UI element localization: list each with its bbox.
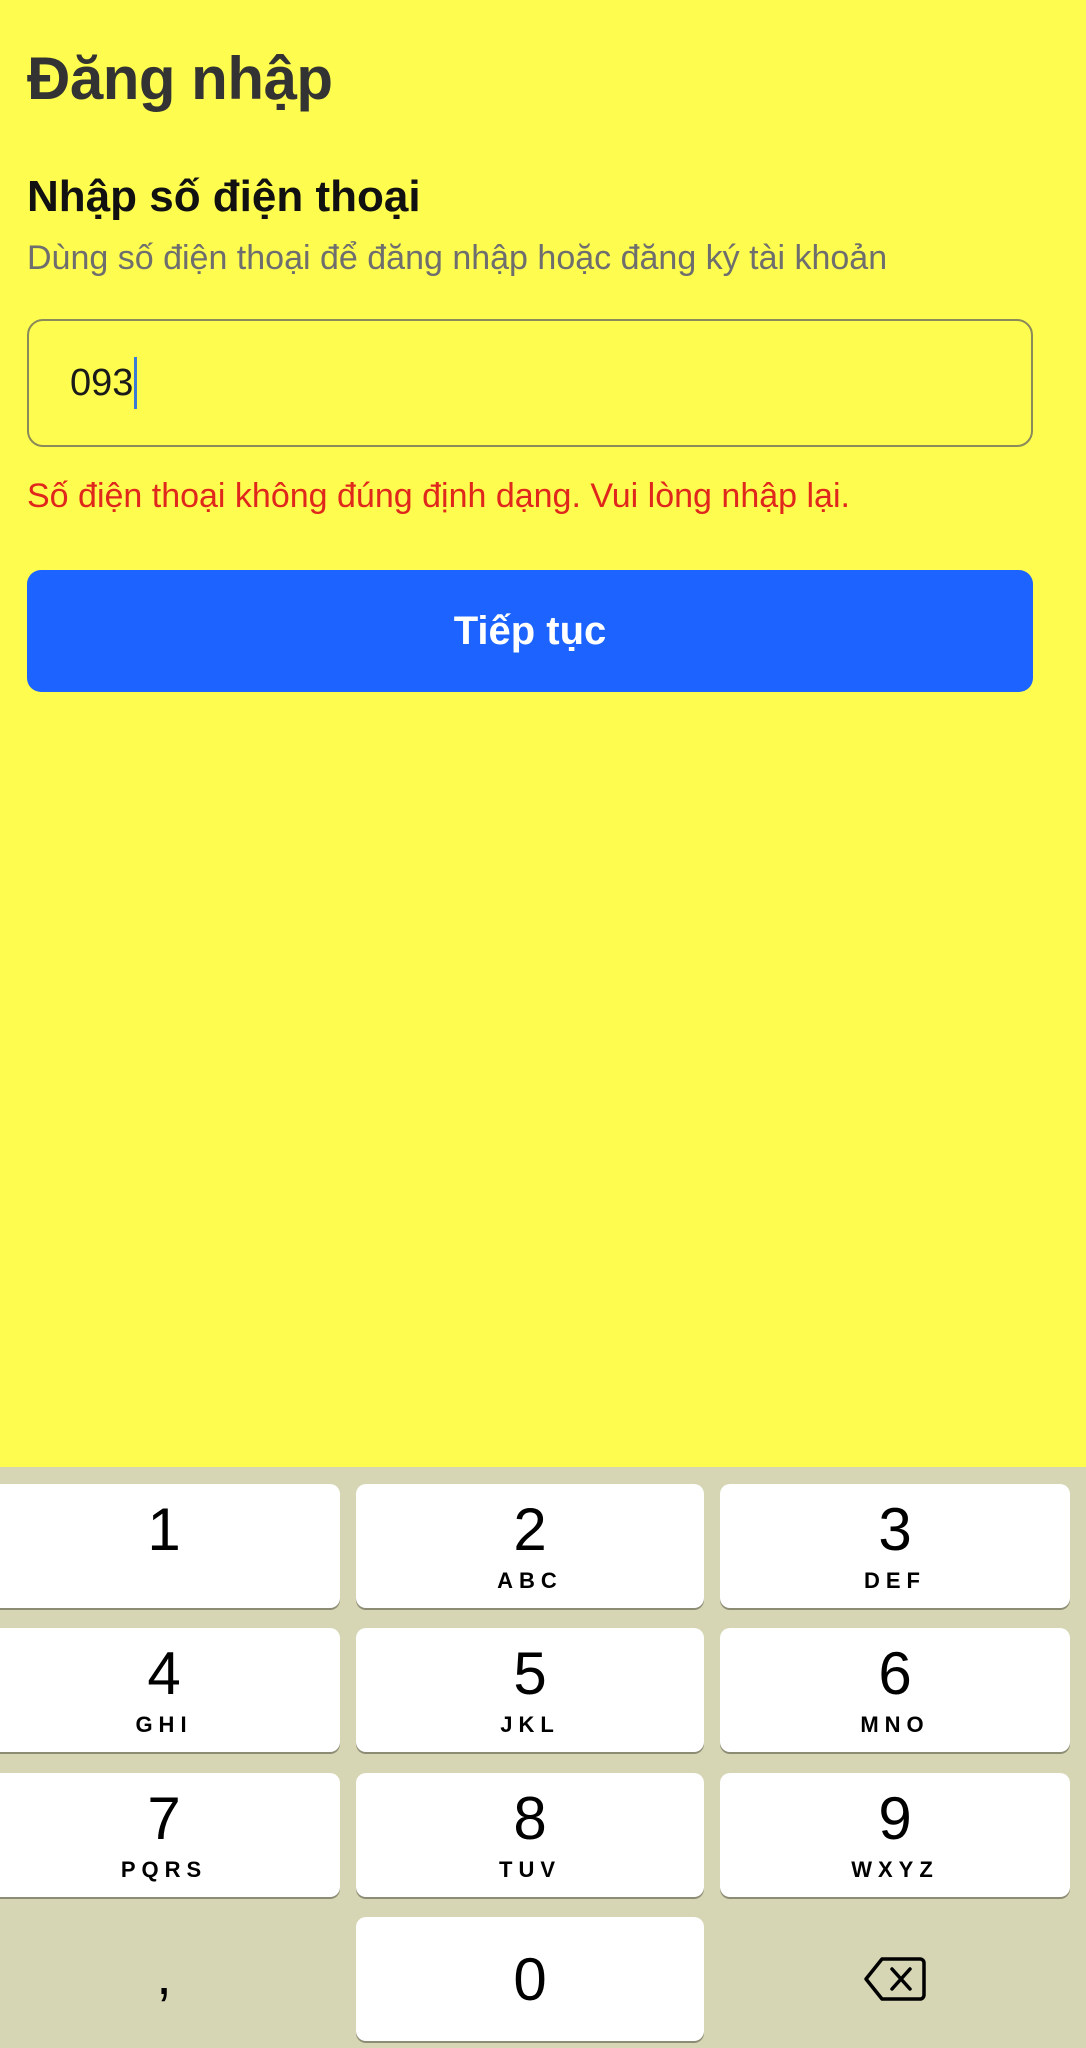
key-2-letters: ABC — [497, 1568, 563, 1593]
backspace-icon — [720, 1917, 1070, 2041]
key-7-digit: 7 — [147, 1785, 181, 1852]
key-5-letters: JKL — [500, 1712, 560, 1737]
key-3[interactable]: 3 DEF — [720, 1484, 1070, 1608]
key-1[interactable]: 1 — [0, 1484, 340, 1608]
key-3-digit: 3 — [878, 1496, 912, 1563]
continue-button[interactable]: Tiếp tục — [27, 570, 1033, 692]
key-1-digit: 1 — [147, 1496, 181, 1563]
key-2-digit: 2 — [513, 1496, 547, 1563]
key-comma[interactable]: , — [0, 1917, 340, 2041]
key-3-letters: DEF — [864, 1568, 926, 1593]
key-8-letters: TUV — [499, 1857, 561, 1882]
key-6[interactable]: 6 MNO — [720, 1628, 1070, 1752]
key-5-digit: 5 — [513, 1640, 547, 1707]
page-title: Đăng nhập — [27, 45, 333, 112]
phone-section-heading: Nhập số điện thoại — [27, 172, 421, 221]
key-8-digit: 8 — [513, 1785, 547, 1852]
key-5[interactable]: 5 JKL — [356, 1628, 704, 1752]
key-4-letters: GHI — [135, 1712, 193, 1737]
phone-input-value: 093 — [70, 362, 134, 404]
key-7-letters: PQRS — [120, 1857, 208, 1882]
text-caret — [134, 357, 138, 409]
key-8[interactable]: 8 TUV — [356, 1773, 704, 1897]
phone-section-subheading: Dùng số điện thoại để đăng nhập hoặc đăn… — [27, 239, 888, 277]
key-4-digit: 4 — [147, 1640, 181, 1707]
delete-key[interactable] — [720, 1917, 1070, 2041]
key-0[interactable]: 0 — [356, 1917, 704, 2041]
key-9-letters: WXYZ — [851, 1857, 939, 1882]
key-7[interactable]: 7 PQRS — [0, 1773, 340, 1897]
key-comma-label: , — [156, 1942, 172, 2006]
key-6-digit: 6 — [878, 1640, 912, 1707]
numeric-keypad: 1 2 ABC 3 DEF 4 GHI 5 JKL 6 MNO 7 PQRS 8… — [0, 1467, 1086, 2048]
key-4[interactable]: 4 GHI — [0, 1628, 340, 1752]
continue-button-label: Tiếp tục — [453, 608, 607, 653]
key-0-digit: 0 — [513, 1945, 547, 2013]
key-2[interactable]: 2 ABC — [356, 1484, 704, 1608]
key-9-digit: 9 — [878, 1785, 912, 1852]
key-9[interactable]: 9 WXYZ — [720, 1773, 1070, 1897]
phone-error-message: Số điện thoại không đúng định dạng. Vui … — [27, 477, 850, 515]
phone-input[interactable]: 093 — [27, 319, 1033, 447]
key-6-letters: MNO — [860, 1712, 930, 1737]
